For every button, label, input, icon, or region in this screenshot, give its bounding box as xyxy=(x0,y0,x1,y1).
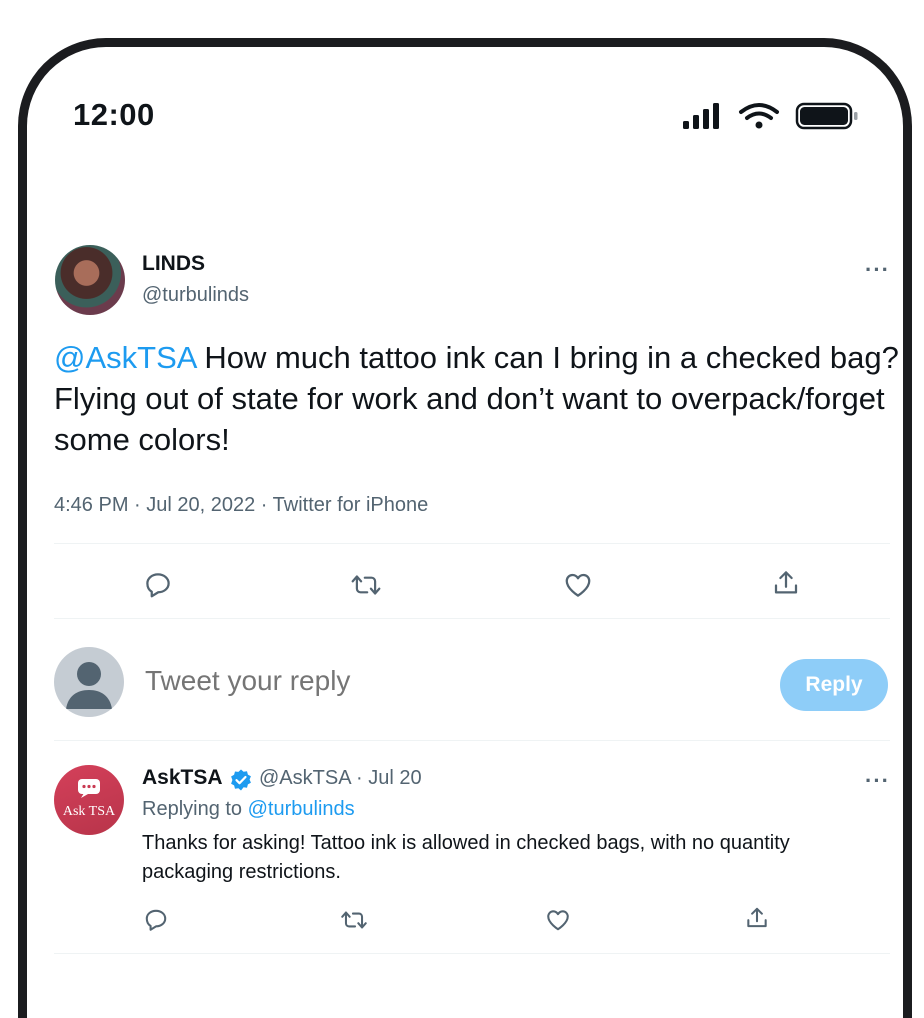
reply-input[interactable] xyxy=(145,665,506,697)
reply-handle-date[interactable]: @AskTSA · Jul 20 xyxy=(259,767,422,790)
asktsa-avatar[interactable]: Ask TSA xyxy=(54,765,124,835)
reply-text: Thanks for asking! Tattoo ink is allowed… xyxy=(142,832,790,883)
default-avatar-icon xyxy=(66,662,112,709)
reply-reply-icon[interactable] xyxy=(143,907,169,938)
phone-frame: 12:00 LINDS @turbulinds ··· @AskTSA How … xyxy=(18,38,912,1018)
reply-retweet-icon[interactable] xyxy=(339,907,369,938)
author-handle[interactable]: @turbulinds xyxy=(142,284,249,307)
reply-like-icon[interactable] xyxy=(545,907,571,938)
reply-more-options-icon[interactable]: ··· xyxy=(865,768,890,794)
wifi-icon xyxy=(739,103,779,129)
signal-icon xyxy=(683,103,719,129)
reply-button[interactable]: Reply xyxy=(780,659,888,711)
more-options-icon[interactable]: ··· xyxy=(865,257,890,283)
tweet-text: @AskTSA How much tattoo ink can I bring … xyxy=(54,337,903,460)
divider xyxy=(54,618,890,619)
verified-badge-icon xyxy=(229,768,253,797)
reply-author-name[interactable]: AskTSA xyxy=(142,766,223,790)
retweet-icon[interactable] xyxy=(349,570,383,605)
status-time: 12:00 xyxy=(73,97,155,132)
mention-link[interactable]: @AskTSA xyxy=(54,340,196,375)
tweet-meta: 4:46 PM · Jul 20, 2022 · Twitter for iPh… xyxy=(54,494,429,516)
replying-to-link[interactable]: @turbulinds xyxy=(248,798,355,820)
reply-icon[interactable] xyxy=(143,570,173,605)
chat-bubble-icon xyxy=(78,779,100,798)
divider xyxy=(54,740,890,741)
divider xyxy=(54,543,890,544)
divider xyxy=(54,953,890,954)
avatar-label: Ask TSA xyxy=(63,804,116,819)
battery-icon xyxy=(795,102,858,130)
status-icons xyxy=(683,101,863,133)
author-name[interactable]: LINDS xyxy=(142,252,205,276)
reply-share-icon[interactable] xyxy=(744,905,770,936)
like-icon[interactable] xyxy=(563,570,593,605)
user-avatar xyxy=(54,647,124,717)
replying-to: Replying to @turbulinds xyxy=(142,798,355,820)
author-avatar[interactable] xyxy=(55,245,125,315)
share-icon[interactable] xyxy=(771,568,801,603)
